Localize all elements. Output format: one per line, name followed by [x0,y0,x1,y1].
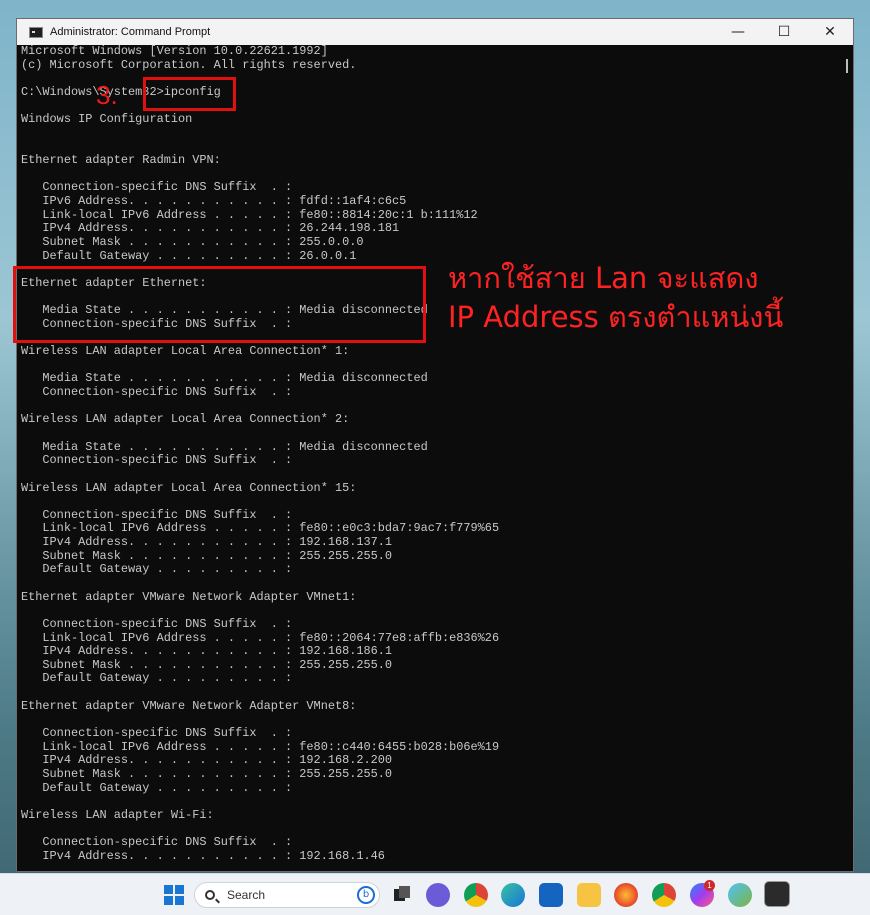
console-line: IPv4 Address. . . . . . . . . . . : 192.… [21,535,393,550]
console-line: Subnet Mask . . . . . . . . . . . : 255.… [21,657,393,672]
chrome-profile-icon[interactable] [652,883,676,907]
photos-icon[interactable] [728,883,752,907]
window-title: Administrator: Command Prompt [50,26,211,38]
lan-note-line-2: IP Address ตรงตำแหน่งนี้ [448,300,784,334]
console-line: Link-local IPv6 Address . . . . . : fe80… [21,630,500,645]
ipconfig-highlight-box [143,77,236,111]
console-line: Media State . . . . . . . . . . . : Medi… [21,439,428,454]
console-line: Windows IP Configuration [21,112,193,127]
task-view-icon[interactable] [390,883,414,907]
console-line: Link-local IPv6 Address . . . . . : fe80… [21,739,500,754]
console-line: Wireless LAN adapter Local Area Connecti… [21,412,350,427]
console-line: IPv6 Address. . . . . . . . . . . : fdfd… [21,194,407,209]
console-line: Connection-specific DNS Suffix . : [21,835,293,850]
chat-icon[interactable] [426,883,450,907]
console-line: IPv4 Address. . . . . . . . . . . : 192.… [21,848,385,863]
terminal-icon[interactable] [764,881,790,907]
console-line: Connection-specific DNS Suffix . : [21,507,293,522]
scrollbar-thumb[interactable] [846,59,848,73]
console-output[interactable]: Microsoft Windows [Version 10.0.22621.19… [21,45,843,871]
windows-start-icon[interactable] [162,883,186,907]
console-line: Wireless LAN adapter Wi-Fi: [21,807,214,822]
console-line: Connection-specific DNS Suffix . : [21,453,293,468]
console-line: Microsoft Windows [Version 10.0.22621.19… [21,45,328,58]
close-button[interactable]: ✕ [807,19,853,45]
console-line: Subnet Mask . . . . . . . . . . . : 255.… [21,548,393,563]
console-line: Wireless LAN adapter Local Area Connecti… [21,480,357,495]
console-line: Ethernet adapter VMware Network Adapter … [21,698,357,713]
console-line: Ethernet adapter Radmin VPN: [21,153,221,168]
lan-note-line-1: หากใช้สาย Lan จะแสดง [448,261,759,295]
cmd-icon [29,26,43,38]
console-line: Media State . . . . . . . . . . . : Medi… [21,371,428,386]
console-line: Default Gateway . . . . . . . . . : [21,780,293,795]
minimize-button[interactable]: — [715,19,761,45]
messenger-badge: 1 [704,880,715,891]
ethernet-highlight-box [13,266,426,343]
console-line: Connection-specific DNS Suffix . : [21,385,293,400]
command-prompt-window: Administrator: Command Prompt — ☐ ✕ Micr… [16,18,854,872]
edge-icon[interactable] [501,883,525,907]
taskbar-search[interactable]: Search b [194,882,380,908]
scrollbar[interactable] [841,45,853,871]
console-line: Connection-specific DNS Suffix . : [21,726,293,741]
firefox-icon[interactable] [614,883,638,907]
step-number-label: 3. [96,80,118,110]
console-line: Subnet Mask . . . . . . . . . . . : 255.… [21,234,364,249]
console-line: IPv4 Address. . . . . . . . . . . : 26.2… [21,221,400,236]
console-line: IPv4 Address. . . . . . . . . . . : 192.… [21,753,393,768]
console-line: Link-local IPv6 Address . . . . . : fe80… [21,521,500,536]
console-line: Link-local IPv6 Address . . . . . : fe80… [21,207,478,222]
console-line: Default Gateway . . . . . . . . . : [21,671,293,686]
chrome-icon[interactable] [464,883,488,907]
console-line: Ethernet adapter VMware Network Adapter … [21,589,357,604]
console-line: IPv4 Address. . . . . . . . . . . : 192.… [21,644,393,659]
search-icon [205,890,215,900]
bing-icon[interactable]: b [357,886,375,904]
taskbar: Search b [0,873,870,915]
console-line: (c) Microsoft Corporation. All rights re… [21,57,357,72]
file-explorer-icon[interactable] [577,883,601,907]
console-line: Subnet Mask . . . . . . . . . . . : 255.… [21,766,393,781]
title-bar[interactable]: Administrator: Command Prompt — ☐ ✕ [17,19,853,45]
console-line: Default Gateway . . . . . . . . . : [21,562,293,577]
console-line: Connection-specific DNS Suffix . : [21,616,293,631]
search-placeholder: Search [227,888,266,902]
console-line: Wireless LAN adapter Local Area Connecti… [21,344,350,359]
lan-note: หากใช้สาย Lan จะแสดง IP Address ตรงตำแหน… [448,259,783,337]
console-line: Connection-specific DNS Suffix . : [21,180,293,195]
maximize-button[interactable]: ☐ [761,19,807,45]
mail-icon[interactable] [539,883,563,907]
